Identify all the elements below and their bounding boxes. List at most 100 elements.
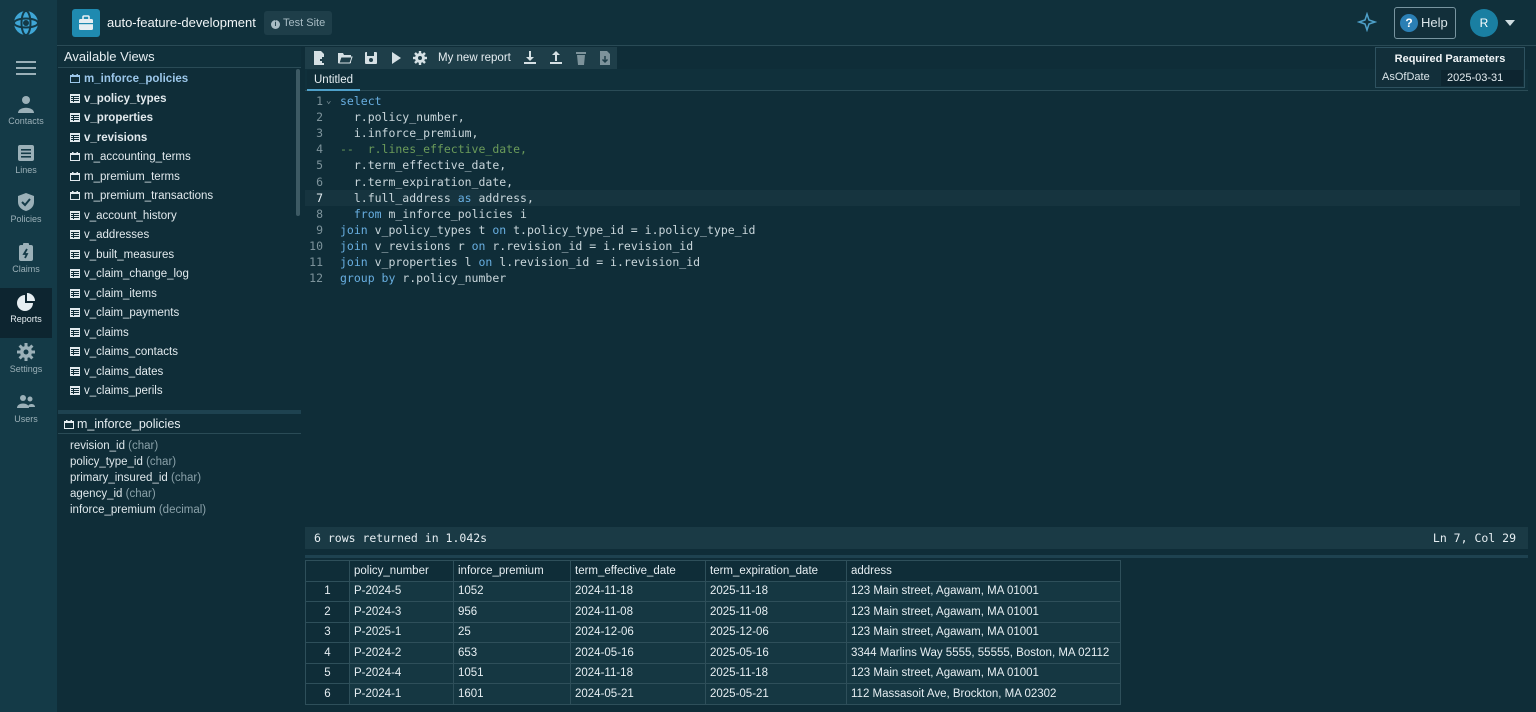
table-cell[interactable]: 123 Main street, Agawam, MA 01001 — [846, 601, 1121, 623]
view-item[interactable]: v_claim_items — [58, 285, 301, 305]
briefcase-icon[interactable] — [72, 9, 100, 37]
table-cell[interactable]: 2025-11-18 — [705, 662, 847, 684]
nav-claims[interactable]: Claims — [0, 242, 52, 292]
table-cell[interactable]: P-2024-1 — [349, 683, 454, 705]
column-header[interactable]: address — [846, 560, 1121, 582]
row-number: 3 — [305, 621, 350, 643]
code-line: 1 ⌄ select — [305, 93, 1520, 109]
table-cell[interactable]: P-2024-4 — [349, 662, 454, 684]
upload-icon[interactable] — [548, 50, 564, 66]
user-avatar[interactable]: R — [1470, 9, 1498, 37]
view-item[interactable]: v_account_history — [58, 207, 301, 227]
fold-chevron-icon[interactable]: ⌄ — [326, 93, 331, 109]
table-row[interactable]: 4 P-2024-2 653 2024-05-16 2025-05-16 3344 Mar… — [305, 642, 1121, 664]
table-cell[interactable]: 2025-11-08 — [705, 601, 847, 623]
view-item[interactable]: v_claims_perils — [58, 382, 301, 402]
table-cell[interactable]: 1052 — [453, 580, 571, 602]
table-cell[interactable]: 1601 — [453, 683, 571, 705]
export-file-icon[interactable] — [597, 50, 613, 66]
schema-column[interactable]: agency_id (char) — [58, 486, 301, 502]
table-cell[interactable]: 2024-05-16 — [570, 642, 706, 664]
nav-lines[interactable]: Lines — [0, 143, 52, 193]
view-item[interactable]: v_built_measures — [58, 246, 301, 266]
table-cell[interactable]: 2024-11-08 — [570, 601, 706, 623]
view-item[interactable]: v_claims — [58, 324, 301, 344]
views-scrollbar[interactable] — [296, 69, 300, 216]
download-icon[interactable] — [522, 50, 538, 66]
table-row[interactable]: 2 P-2024-3 956 2024-11-08 2025-11-08 123 Main… — [305, 601, 1121, 623]
column-name: agency_id — [70, 488, 126, 500]
code-line: 6 r.term_expiration_date, — [305, 174, 1520, 190]
nav-settings[interactable]: Settings — [0, 342, 52, 392]
table-cell[interactable]: 2024-05-21 — [570, 683, 706, 705]
trash-icon[interactable] — [573, 50, 589, 66]
table-cell[interactable]: 2025-12-06 — [705, 621, 847, 643]
table-row[interactable]: 1 P-2024-5 1052 2024-11-18 2025-11-18 123 Mai… — [305, 580, 1121, 602]
table-cell[interactable]: P-2025-1 — [349, 621, 454, 643]
as-of-date-input[interactable] — [1441, 70, 1523, 86]
table-cell[interactable]: 653 — [453, 642, 571, 664]
table-cell[interactable]: 2024-11-18 — [570, 580, 706, 602]
open-folder-icon[interactable] — [337, 50, 353, 66]
table-cell[interactable]: 956 — [453, 601, 571, 623]
table-cell[interactable]: 1051 — [453, 662, 571, 684]
view-item[interactable]: v_policy_types — [58, 90, 301, 110]
view-item[interactable]: v_claim_change_log — [58, 265, 301, 285]
view-item[interactable]: m_premium_transactions — [58, 187, 301, 207]
menu-icon[interactable] — [16, 60, 36, 76]
view-item[interactable]: v_properties — [58, 109, 301, 129]
table-cell[interactable]: 2025-11-18 — [705, 580, 847, 602]
table-cell[interactable]: P-2024-5 — [349, 580, 454, 602]
nav-policies[interactable]: Policies — [0, 192, 52, 242]
table-cell[interactable]: 2024-12-06 — [570, 621, 706, 643]
view-item[interactable]: v_claim_payments — [58, 304, 301, 324]
new-file-icon[interactable] — [311, 50, 327, 66]
view-item-label: m_premium_terms — [84, 170, 180, 183]
table-cell[interactable]: 123 Main street, Agawam, MA 01001 — [846, 662, 1121, 684]
table-cell[interactable]: 123 Main street, Agawam, MA 01001 — [846, 621, 1121, 643]
chevron-down-icon[interactable] — [1505, 20, 1515, 26]
column-header[interactable]: term_effective_date — [570, 560, 706, 582]
schema-column[interactable]: primary_insured_id (char) — [58, 470, 301, 486]
table-cell[interactable]: P-2024-2 — [349, 642, 454, 664]
sparkle-icon[interactable] — [1357, 12, 1377, 32]
settings-gear-icon[interactable] — [412, 50, 428, 66]
table-row[interactable]: 5 P-2024-4 1051 2024-11-18 2025-11-18 123 Mai… — [305, 662, 1121, 684]
nav-reports[interactable]: Reports — [0, 288, 52, 338]
app-logo-icon[interactable] — [11, 9, 41, 37]
report-name[interactable]: My new report — [438, 50, 511, 66]
column-header[interactable]: term_expiration_date — [705, 560, 847, 582]
view-item[interactable]: m_premium_terms — [58, 168, 301, 188]
table-cell[interactable]: 2025-05-21 — [705, 683, 847, 705]
editor-toolbar: My new report — [305, 47, 617, 69]
table-cell[interactable]: 25 — [453, 621, 571, 643]
table-cell[interactable]: P-2024-3 — [349, 601, 454, 623]
view-item[interactable]: v_revisions — [58, 129, 301, 149]
project-name[interactable]: auto-feature-development — [107, 15, 256, 30]
run-icon[interactable] — [388, 50, 404, 66]
view-item[interactable]: v_claims_dates — [58, 363, 301, 383]
table-row[interactable]: 6 P-2024-1 1601 2024-05-21 2025-05-21 112 Mas… — [305, 683, 1121, 705]
table-cell[interactable]: 2025-05-16 — [705, 642, 847, 664]
table-cell[interactable]: 112 Massasoit Ave, Brockton, MA 02302 — [846, 683, 1121, 705]
table-cell[interactable]: 3344 Marlins Way 5555, 55555, Boston, MA… — [846, 642, 1121, 664]
view-item[interactable]: v_addresses — [58, 226, 301, 246]
view-item[interactable]: m_accounting_terms — [58, 148, 301, 168]
view-item[interactable]: v_claims_contacts — [58, 343, 301, 363]
column-header[interactable]: inforce_premium — [453, 560, 571, 582]
schema-column[interactable]: inforce_premium (decimal) — [58, 502, 301, 518]
column-header[interactable]: policy_number — [349, 560, 454, 582]
nav-contacts[interactable]: Contacts — [0, 94, 52, 144]
results-splitter[interactable] — [305, 555, 1528, 558]
tab-untitled[interactable]: Untitled — [307, 70, 360, 91]
table-cell[interactable]: 2024-11-18 — [570, 662, 706, 684]
schema-column[interactable]: revision_id (char) — [58, 438, 301, 454]
view-item[interactable]: m_inforce_policies — [58, 70, 301, 90]
table-cell[interactable]: 123 Main street, Agawam, MA 01001 — [846, 580, 1121, 602]
table-row[interactable]: 3 P-2025-1 25 2024-12-06 2025-12-06 123 Main … — [305, 621, 1121, 643]
save-icon[interactable] — [363, 50, 379, 66]
nav-users[interactable]: Users — [0, 392, 52, 442]
schema-column[interactable]: policy_type_id (char) — [58, 454, 301, 470]
help-button[interactable]: ? Help — [1394, 7, 1456, 39]
sql-editor[interactable]: 1 ⌄ select 2 r.policy_number, 3 i.inforce_pr… — [305, 92, 1528, 527]
